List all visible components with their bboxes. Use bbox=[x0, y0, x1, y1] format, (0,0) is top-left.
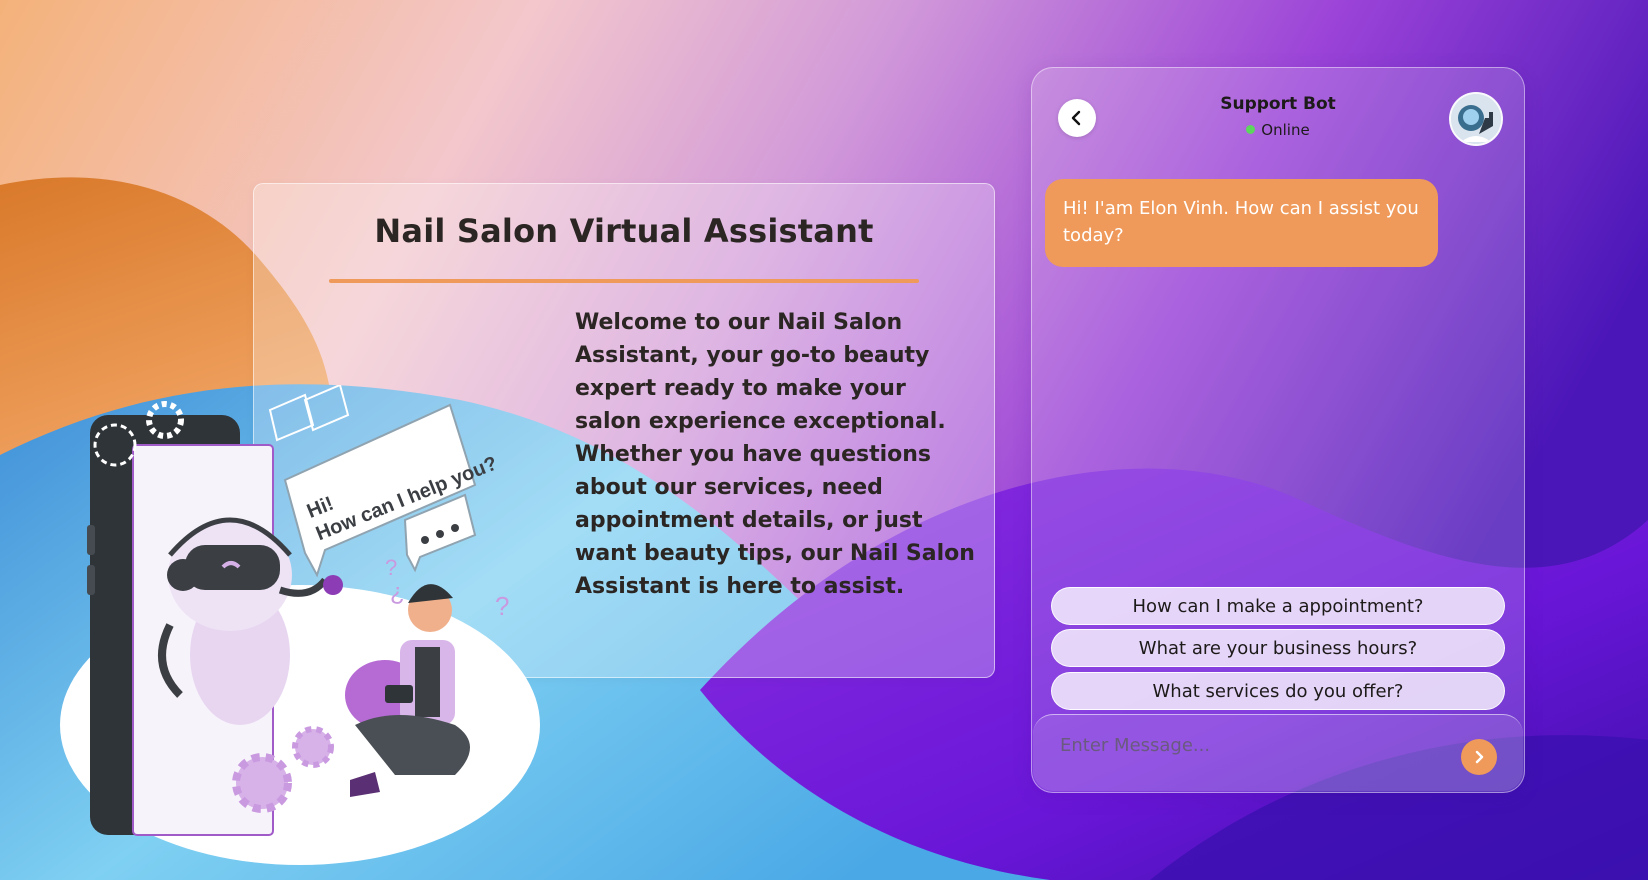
message-input[interactable] bbox=[1058, 729, 1422, 761]
chatbot-illustration: Hi! How can I help you? ¿ ? ? bbox=[60, 385, 540, 865]
svg-text:?: ? bbox=[385, 555, 397, 580]
online-indicator bbox=[1246, 125, 1256, 134]
info-title: Nail Salon Virtual Assistant bbox=[374, 212, 874, 250]
suggestion-services[interactable]: What services do you offer? bbox=[1051, 672, 1505, 710]
svg-text:¿: ¿ bbox=[390, 579, 405, 606]
suggestion-business-hours[interactable]: What are your business hours? bbox=[1051, 629, 1505, 667]
suggestion-appointment[interactable]: How can I make a appointment? bbox=[1051, 587, 1505, 625]
status-text: Online bbox=[1261, 121, 1310, 139]
title-divider bbox=[329, 279, 919, 283]
info-description: Welcome to our Nail Salon Assistant, you… bbox=[575, 310, 975, 599]
speech-bubble-icon: Hi! How can I help you? bbox=[283, 403, 500, 578]
chevron-right-icon bbox=[1475, 750, 1484, 764]
bot-message: Hi! I'am Elon Vinh. How can I assist you… bbox=[1045, 179, 1438, 267]
avatar[interactable] bbox=[1449, 92, 1503, 146]
chat-panel: Support Bot Online Hi! I'am Elon Vinh. H… bbox=[1031, 67, 1525, 793]
svg-text:?: ? bbox=[495, 591, 509, 621]
robot-avatar-icon bbox=[1451, 94, 1501, 144]
send-button[interactable] bbox=[1461, 739, 1497, 775]
mail-icon bbox=[268, 385, 350, 442]
message-composer bbox=[1033, 714, 1523, 791]
